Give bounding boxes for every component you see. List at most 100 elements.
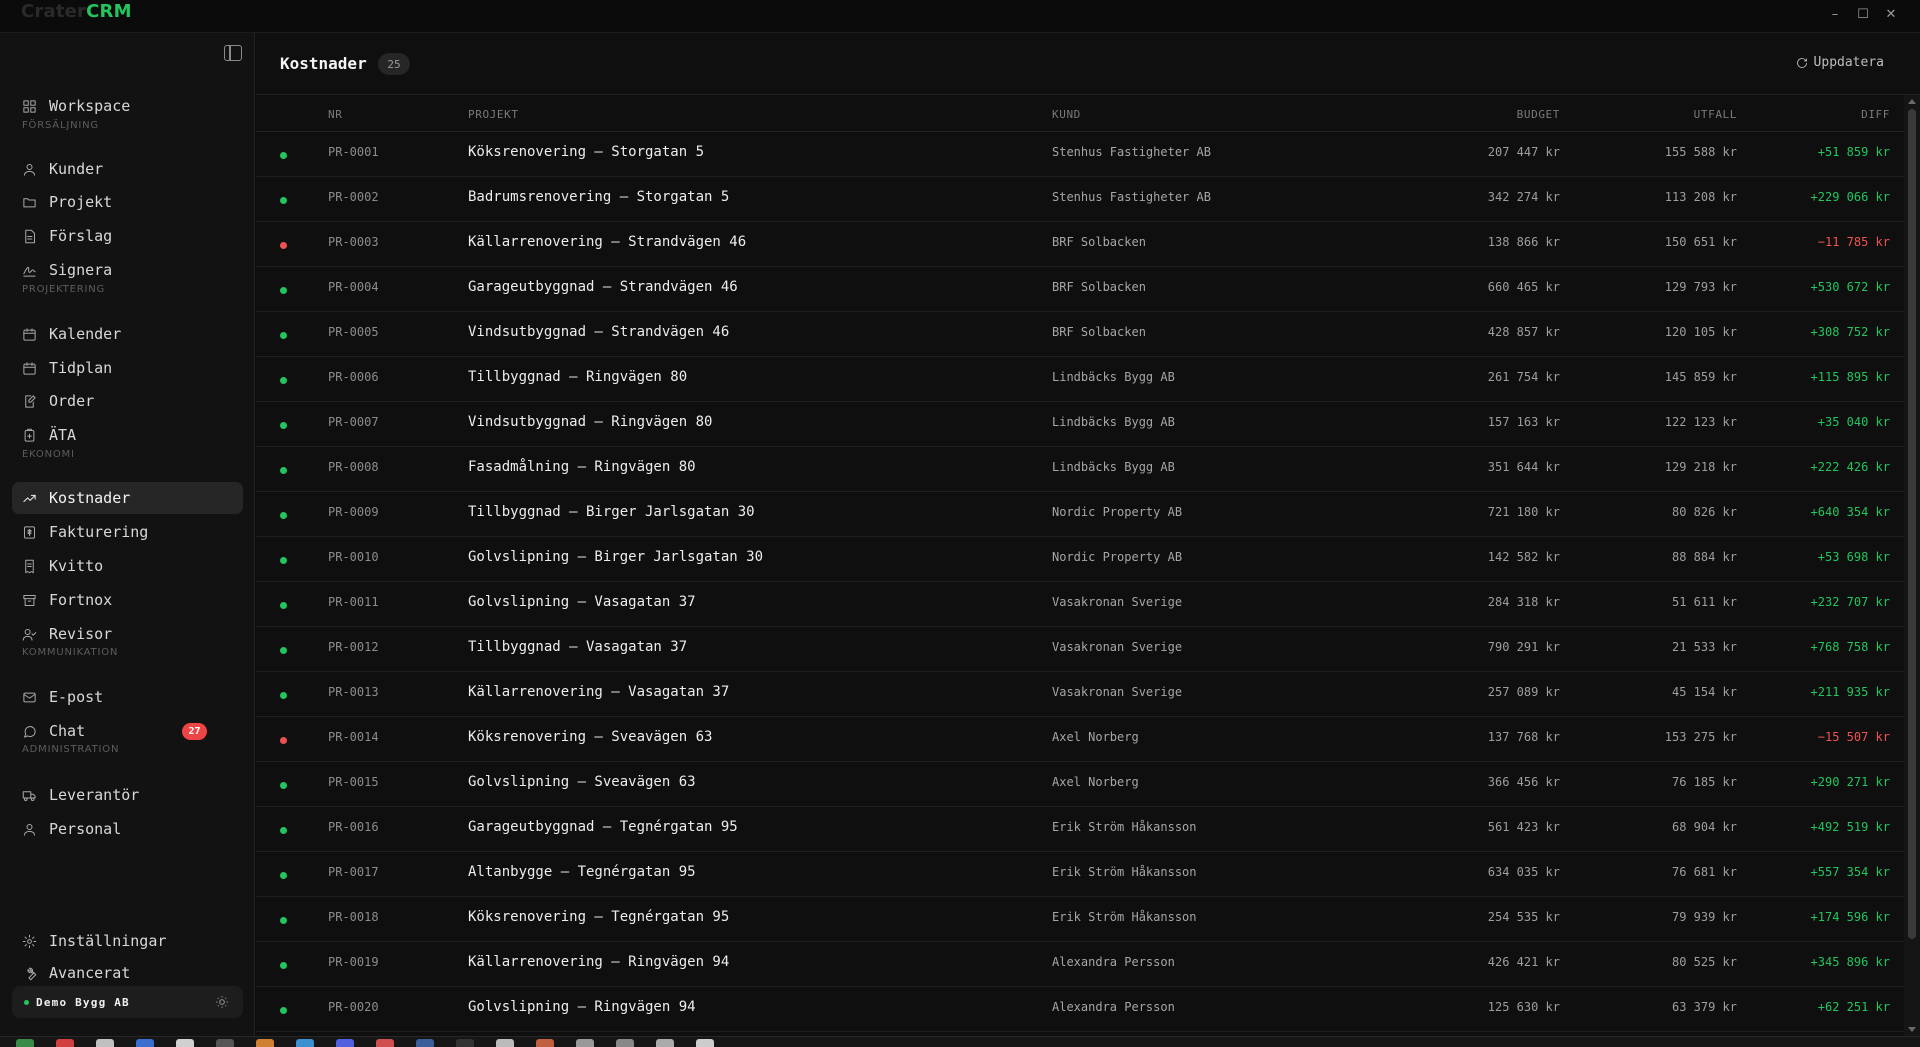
sidebar-item-fakturering[interactable]: Fakturering <box>12 516 243 548</box>
column-header-diff[interactable]: DIFF <box>1861 108 1890 121</box>
taskbar-app-icon[interactable] <box>376 1039 394 1047</box>
sidebar-item-avancerat[interactable]: Avancerat <box>12 957 243 989</box>
table-row[interactable]: PR-0019 Källarrenovering — Ringvägen 94 Al… <box>256 942 1904 987</box>
sidebar-item-kalender[interactable]: Kalender <box>12 318 243 350</box>
table-row[interactable]: PR-0010 Golvslipning — Birger Jarlsgatan … <box>256 537 1904 582</box>
sidebar-item-e-post[interactable]: E-post <box>12 681 243 713</box>
project-name: Vindsutbyggnad — Ringvägen 80 <box>468 414 713 430</box>
sidebar-item-personal[interactable]: Personal <box>12 813 243 845</box>
table-row[interactable]: PR-0003 Källarrenovering — Strandvägen 46… <box>256 222 1904 267</box>
taskbar-app-icon[interactable] <box>416 1039 434 1047</box>
maximize-icon[interactable]: ☐ <box>1852 4 1874 24</box>
sidebar-toggle-icon[interactable] <box>224 45 242 61</box>
minimize-icon[interactable]: – <box>1824 4 1846 24</box>
status-dot <box>280 782 287 789</box>
taskbar-app-icon[interactable] <box>256 1039 274 1047</box>
diff-value: +35 040 kr <box>1817 415 1890 429</box>
taskbar-app-icon[interactable] <box>216 1039 234 1047</box>
table-row[interactable]: PR-0009 Tillbyggnad — Birger Jarlsgatan 3… <box>256 492 1904 537</box>
sidebar-item-kostnader[interactable]: Kostnader <box>12 482 243 514</box>
column-header-budget[interactable]: BUDGET <box>1517 108 1560 121</box>
sidebar-item-tidplan[interactable]: Tidplan <box>12 352 243 384</box>
outcome-value: 45 154 kr <box>1671 685 1737 699</box>
table-row[interactable]: PR-0014 Köksrenovering — Sveavägen 63 Axel… <box>256 717 1904 762</box>
customer-name: Nordic Property AB <box>1052 505 1183 519</box>
taskbar-app-icon[interactable] <box>536 1039 554 1047</box>
budget-value: 257 089 kr <box>1487 685 1560 699</box>
workspace-switcher[interactable]: Demo Bygg AB <box>12 986 243 1018</box>
budget-value: 284 318 kr <box>1487 595 1560 609</box>
table-row[interactable]: PR-0012 Tillbyggnad — Vasagatan 37 Vasakro… <box>256 627 1904 672</box>
taskbar-app-icon[interactable] <box>576 1039 594 1047</box>
outcome-value: 80 826 kr <box>1671 505 1737 519</box>
scroll-up-icon[interactable] <box>1908 99 1916 104</box>
column-header-utfall[interactable]: UTFALL <box>1694 108 1737 121</box>
sidebar-item-label: E-post <box>49 688 104 706</box>
table-row[interactable]: PR-0001 Köksrenovering — Storgatan 5 Stenh… <box>256 132 1904 177</box>
outcome-value: 68 904 kr <box>1671 820 1737 834</box>
table-row[interactable]: PR-0018 Köksrenovering — Tegnérgatan 95 Er… <box>256 897 1904 942</box>
status-dot <box>280 332 287 339</box>
table-row[interactable]: PR-0015 Golvslipning — Sveavägen 63 Axel N… <box>256 762 1904 807</box>
sidebar-item-äta[interactable]: ÄTA <box>12 419 243 451</box>
table-row[interactable]: PR-0005 Vindsutbyggnad — Strandvägen 46 BR… <box>256 312 1904 357</box>
budget-value: 254 535 kr <box>1487 910 1560 924</box>
sidebar-item-chat[interactable]: Chat 27 <box>12 715 243 747</box>
table-row[interactable]: PR-0004 Garageutbyggnad — Strandvägen 46 B… <box>256 267 1904 312</box>
taskbar-app-icon[interactable] <box>456 1039 474 1047</box>
table-row[interactable]: PR-0011 Golvslipning — Vasagatan 37 Vasakr… <box>256 582 1904 627</box>
column-header-kund[interactable]: KUND <box>1052 108 1081 121</box>
project-name: Golvslipning — Ringvägen 94 <box>468 999 696 1015</box>
taskbar-app-icon[interactable] <box>616 1039 634 1047</box>
column-header-nr[interactable]: NR <box>328 108 342 121</box>
wrench-icon <box>22 966 37 981</box>
project-name: Badrumsrenovering — Storgatan 5 <box>468 189 730 205</box>
budget-value: 366 456 kr <box>1487 775 1560 789</box>
sidebar-item-inställningar[interactable]: Inställningar <box>12 925 243 957</box>
refresh-button[interactable]: Uppdatera <box>1796 55 1884 70</box>
sun-icon[interactable] <box>215 995 229 1009</box>
sidebar-item-workspace[interactable]: Workspace <box>12 90 243 122</box>
budget-value: 157 163 kr <box>1487 415 1560 429</box>
close-icon[interactable]: ✕ <box>1880 4 1902 24</box>
table-row[interactable]: PR-0007 Vindsutbyggnad — Ringvägen 80 Lind… <box>256 402 1904 447</box>
sidebar-item-fortnox[interactable]: Fortnox <box>12 584 243 616</box>
sidebar-item-kvitto[interactable]: Kvitto <box>12 550 243 582</box>
taskbar-app-icon[interactable] <box>696 1039 714 1047</box>
project-name: Garageutbyggnad — Strandvägen 46 <box>468 279 738 295</box>
table-row[interactable]: PR-0006 Tillbyggnad — Ringvägen 80 Lindbäc… <box>256 357 1904 402</box>
status-dot <box>280 152 287 159</box>
table-row[interactable]: PR-0002 Badrumsrenovering — Storgatan 5 St… <box>256 177 1904 222</box>
table-row[interactable]: PR-0016 Garageutbyggnad — Tegnérgatan 95 E… <box>256 807 1904 852</box>
diff-value: +557 354 kr <box>1810 865 1890 879</box>
table-row[interactable]: PR-0020 Golvslipning — Ringvägen 94 Alexan… <box>256 987 1904 1032</box>
taskbar-app-icon[interactable] <box>56 1039 74 1047</box>
sidebar-item-label: Inställningar <box>49 932 167 950</box>
sidebar-item-projekt[interactable]: Projekt <box>12 186 243 218</box>
sidebar-item-revisor[interactable]: Revisor <box>12 618 243 650</box>
taskbar-app-icon[interactable] <box>496 1039 514 1047</box>
taskbar-app-icon[interactable] <box>336 1039 354 1047</box>
project-number: PR-0018 <box>328 910 379 924</box>
sidebar-item-förslag[interactable]: Förslag <box>12 220 243 252</box>
scroll-thumb[interactable] <box>1908 109 1916 939</box>
table-row[interactable]: PR-0017 Altanbygge — Tegnérgatan 95 Erik S… <box>256 852 1904 897</box>
table-row[interactable]: PR-0013 Källarrenovering — Vasagatan 37 Va… <box>256 672 1904 717</box>
column-header-projekt[interactable]: PROJEKT <box>468 108 519 121</box>
sidebar-item-kunder[interactable]: Kunder <box>12 153 243 185</box>
table-row[interactable]: PR-0008 Fasadmålning — Ringvägen 80 Lindbä… <box>256 447 1904 492</box>
taskbar-app-icon[interactable] <box>656 1039 674 1047</box>
taskbar-app-icon[interactable] <box>136 1039 154 1047</box>
taskbar-app-icon[interactable] <box>296 1039 314 1047</box>
project-name: Tillbyggnad — Vasagatan 37 <box>468 639 688 655</box>
scrollbar[interactable] <box>1904 95 1920 1036</box>
taskbar-app-icon[interactable] <box>176 1039 194 1047</box>
sidebar-item-signera[interactable]: Signera <box>12 254 243 286</box>
title-bar: CraterCRM – ☐ ✕ <box>0 0 1920 33</box>
taskbar-app-icon[interactable] <box>16 1039 34 1047</box>
sidebar-item-order[interactable]: Order <box>12 385 243 417</box>
outcome-value: 129 218 kr <box>1664 460 1737 474</box>
scroll-down-icon[interactable] <box>1908 1027 1916 1032</box>
taskbar-app-icon[interactable] <box>96 1039 114 1047</box>
sidebar-item-leverantör[interactable]: Leverantör <box>12 779 243 811</box>
